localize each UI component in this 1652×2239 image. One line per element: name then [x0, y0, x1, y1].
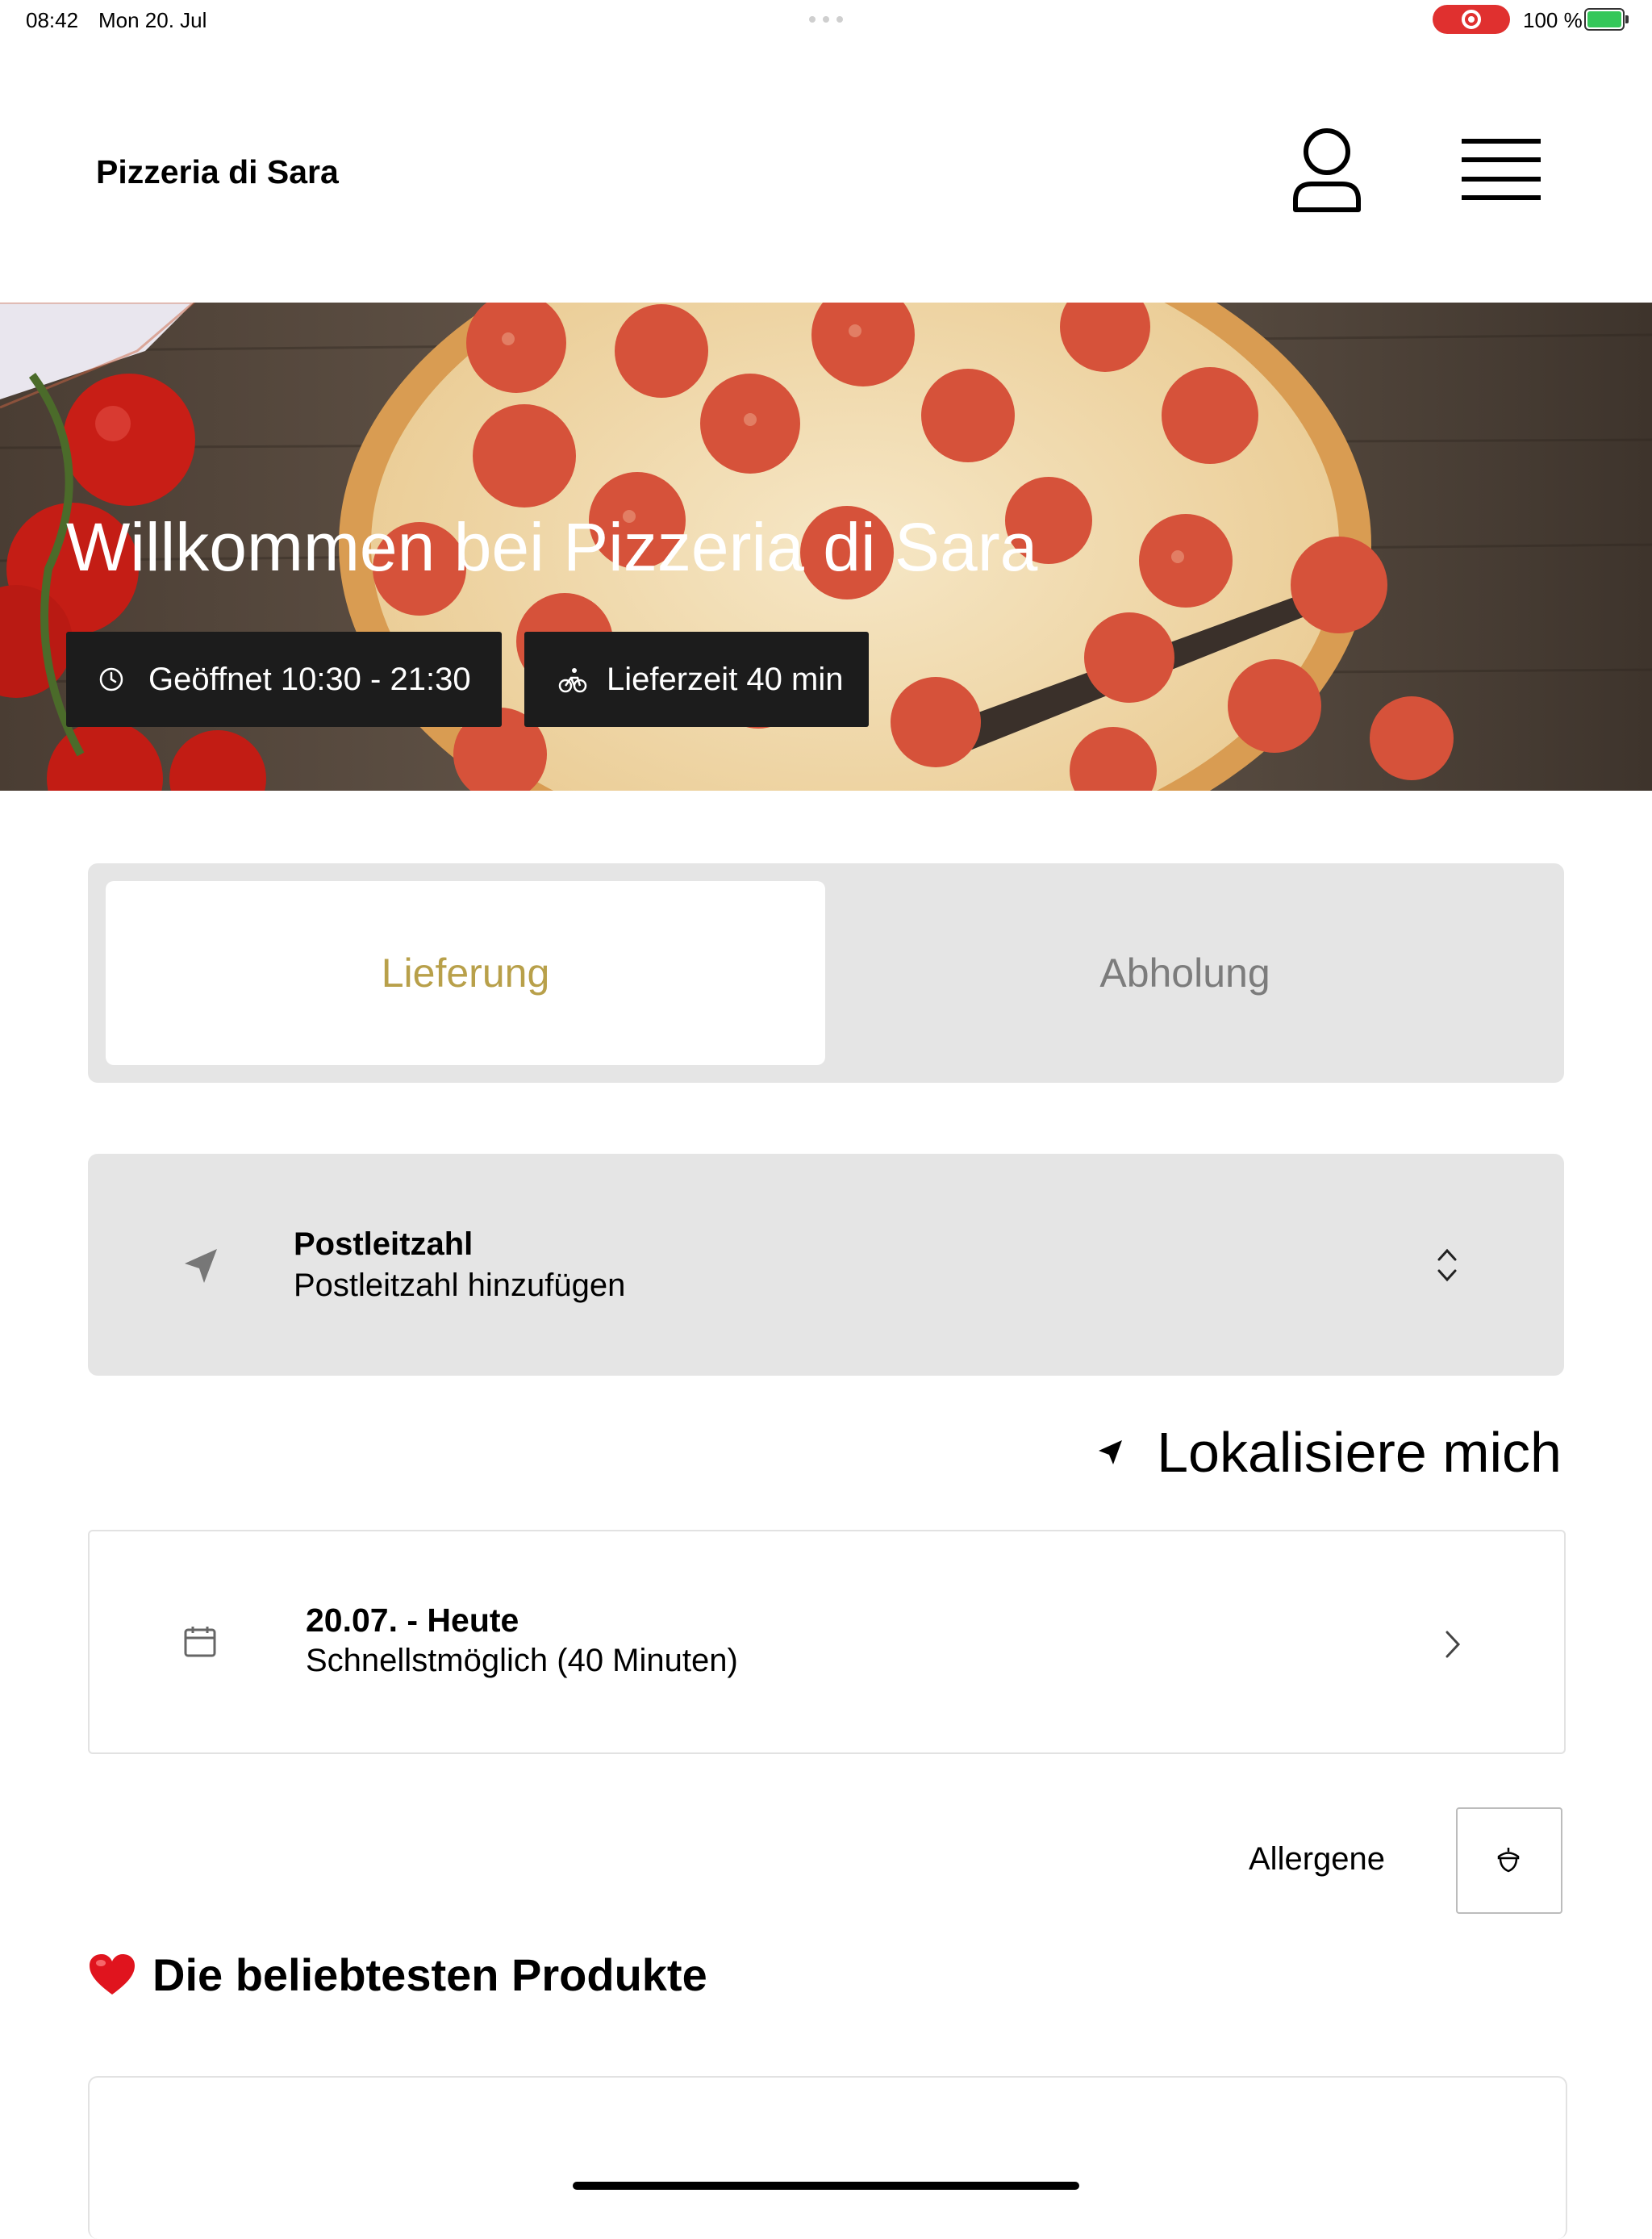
- postal-code-label: Postleitzahl: [294, 1226, 473, 1262]
- acorn-icon: [1497, 1848, 1520, 1873]
- screen-recording-indicator[interactable]: [1433, 5, 1510, 34]
- locate-me-button[interactable]: Lokalisiere mich: [1095, 1420, 1562, 1485]
- opening-hours-text: Geöffnet 10:30 - 21:30: [148, 661, 471, 697]
- hamburger-icon: [1462, 139, 1541, 144]
- tab-pickup[interactable]: Abholung: [825, 881, 1545, 1065]
- delivery-time-chip: Lieferzeit 40 min: [524, 632, 869, 727]
- postal-code-selector[interactable]: Postleitzahl Postleitzahl hinzufügen: [88, 1154, 1564, 1376]
- user-icon: [1293, 128, 1361, 212]
- delivery-slot: Schnellstmöglich (40 Minuten): [306, 1643, 738, 1678]
- status-date: Mon 20. Jul: [98, 8, 207, 32]
- status-bar: 08:42 Mon 20. Jul 100 %: [0, 0, 1652, 39]
- multitasking-dots[interactable]: [809, 16, 843, 23]
- battery-percentage: 100 %: [1523, 8, 1583, 32]
- heart-icon: [90, 1953, 135, 1995]
- hero-title: Willkommen bei Pizzeria di Sara: [66, 509, 1038, 585]
- popular-products-heading: Die beliebtesten Produkte: [88, 1949, 707, 2001]
- calendar-icon: [184, 1627, 216, 1657]
- locate-me-label: Lokalisiere mich: [1157, 1421, 1562, 1484]
- home-indicator[interactable]: [573, 2182, 1079, 2190]
- delivery-time-text: Lieferzeit 40 min: [607, 661, 844, 697]
- delivery-time-selector[interactable]: 20.07. - Heute Schnellstmöglich (40 Minu…: [88, 1530, 1566, 1754]
- account-button[interactable]: [1291, 126, 1363, 215]
- allergens-button[interactable]: [1456, 1807, 1562, 1914]
- menu-button[interactable]: [1462, 136, 1542, 205]
- navigation-arrow-icon: [1099, 1440, 1123, 1464]
- product-card[interactable]: [88, 2076, 1567, 2239]
- bicycle-icon: [558, 668, 587, 693]
- brand-title[interactable]: Pizzeria di Sara: [96, 153, 339, 191]
- chevron-right-icon: [1446, 1631, 1461, 1658]
- battery-icon: [1584, 8, 1629, 31]
- popular-products-title: Die beliebtesten Produkte: [152, 1949, 707, 2000]
- status-time: 08:42: [26, 8, 79, 32]
- tab-delivery[interactable]: Lieferung: [106, 881, 825, 1065]
- delivery-mode-toggle: Lieferung Abholung: [88, 863, 1564, 1083]
- location-arrow-icon: [185, 1249, 217, 1283]
- opening-hours-chip: Geöffnet 10:30 - 21:30: [66, 632, 502, 727]
- chevron-up-down-icon: [1437, 1248, 1457, 1282]
- postal-code-placeholder: Postleitzahl hinzufügen: [294, 1268, 626, 1303]
- allergens-label: Allergene: [1249, 1841, 1386, 1877]
- delivery-date: 20.07. - Heute: [306, 1602, 519, 1639]
- clock-icon: [99, 667, 123, 691]
